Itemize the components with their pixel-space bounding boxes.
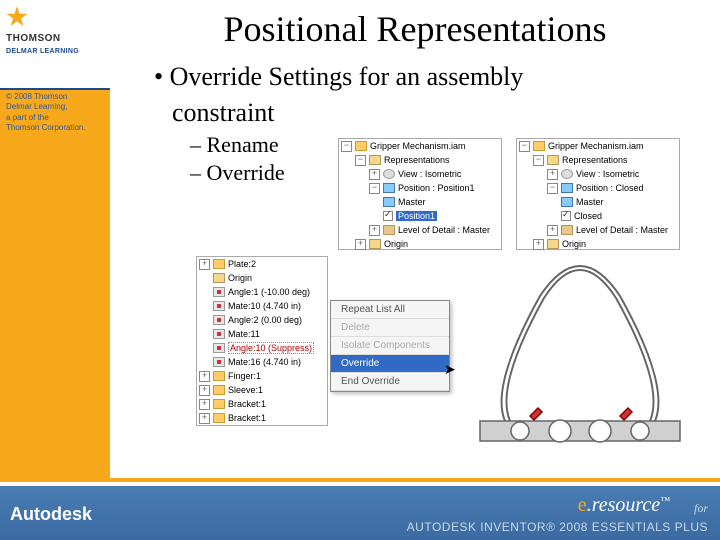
expand-icon[interactable]: + [199, 413, 210, 424]
cursor-icon: ➤ [444, 362, 456, 379]
part-icon [213, 385, 225, 395]
folder-icon [547, 155, 559, 165]
position-icon [561, 183, 573, 193]
sidebar: THOMSON DELMAR LEARNING © 2008 Thomson D… [0, 0, 110, 540]
footer: Autodesk e.resource™ for AUTODESK INVENT… [0, 478, 720, 540]
slide-title: Positional Representations [110, 8, 720, 50]
brand-block: THOMSON DELMAR LEARNING [0, 0, 110, 90]
tree-panel-position1: −Gripper Mechanism.iam −Representations … [338, 138, 502, 250]
menu-isolate: Isolate Components [331, 337, 449, 355]
expand-icon[interactable]: + [533, 239, 544, 250]
mate-constraint-icon [213, 357, 225, 367]
mate-constraint-icon [213, 329, 225, 339]
position-icon [561, 197, 573, 207]
assembly-icon [355, 141, 367, 151]
expand-icon[interactable]: + [369, 169, 380, 180]
expand-icon[interactable]: + [547, 169, 558, 180]
mate-constraint-icon [213, 301, 225, 311]
thomson-star-icon [6, 6, 28, 28]
menu-end-override[interactable]: End Override [331, 373, 449, 391]
context-menu: Repeat List All Delete Isolate Component… [330, 300, 450, 392]
folder-icon [213, 273, 225, 283]
part-icon [213, 399, 225, 409]
assembly-icon [533, 141, 545, 151]
collapse-icon[interactable]: − [519, 141, 530, 152]
expand-icon[interactable]: + [199, 385, 210, 396]
lod-icon [383, 225, 395, 235]
brand-subtitle: DELMAR LEARNING [6, 48, 86, 55]
collapse-icon[interactable]: − [341, 141, 352, 152]
selected-position1[interactable]: Position1 [396, 211, 437, 221]
checkbox-icon[interactable] [561, 211, 571, 221]
position-icon [383, 197, 395, 207]
folder-icon [369, 239, 381, 249]
part-icon [213, 259, 225, 269]
selected-constraint[interactable]: Angle:10 (Suppress) [228, 342, 314, 354]
book-title: AUTODESK INVENTOR® 2008 ESSENTIALS PLUS [407, 520, 708, 534]
cad-viewport [460, 256, 700, 456]
collapse-icon[interactable]: − [355, 155, 366, 166]
expand-icon[interactable]: + [199, 371, 210, 382]
angle-constraint-icon [213, 343, 225, 353]
collapse-icon[interactable]: − [533, 155, 544, 166]
bullet-1-cont: constraint [172, 98, 720, 128]
eresource-logo: e.resource™ [578, 494, 670, 517]
expand-icon[interactable]: + [547, 225, 558, 236]
expand-icon[interactable]: + [355, 239, 366, 250]
angle-constraint-icon [213, 287, 225, 297]
folder-icon [369, 155, 381, 165]
closed-position[interactable]: Closed [574, 211, 602, 221]
lod-icon [561, 225, 573, 235]
view-icon [561, 169, 573, 179]
menu-repeat[interactable]: Repeat List All [331, 301, 449, 319]
expand-icon[interactable]: + [199, 259, 210, 270]
part-icon [213, 413, 225, 423]
for-label: for [694, 501, 708, 516]
tree-panel-constraints: +Plate:2 Origin Angle:1 (-10.00 deg) Mat… [196, 256, 328, 426]
part-icon [213, 371, 225, 381]
brand-name: THOMSON [6, 33, 61, 44]
expand-icon[interactable]: + [369, 225, 380, 236]
bullet-1: • Override Settings for an assembly [154, 62, 720, 92]
folder-icon [547, 239, 559, 249]
position-icon [383, 183, 395, 193]
tree-panel-closed: −Gripper Mechanism.iam −Representations … [516, 138, 680, 250]
expand-icon[interactable]: + [199, 399, 210, 410]
menu-override[interactable]: Override [331, 355, 449, 373]
checkbox-icon[interactable] [383, 211, 393, 221]
angle-constraint-icon [213, 315, 225, 325]
view-icon [383, 169, 395, 179]
menu-delete: Delete [331, 319, 449, 337]
collapse-icon[interactable]: − [547, 183, 558, 194]
autodesk-logo: Autodesk [10, 504, 92, 525]
collapse-icon[interactable]: − [369, 183, 380, 194]
copyright-text: © 2008 Thomson Delmar Learning, a part o… [6, 92, 86, 134]
